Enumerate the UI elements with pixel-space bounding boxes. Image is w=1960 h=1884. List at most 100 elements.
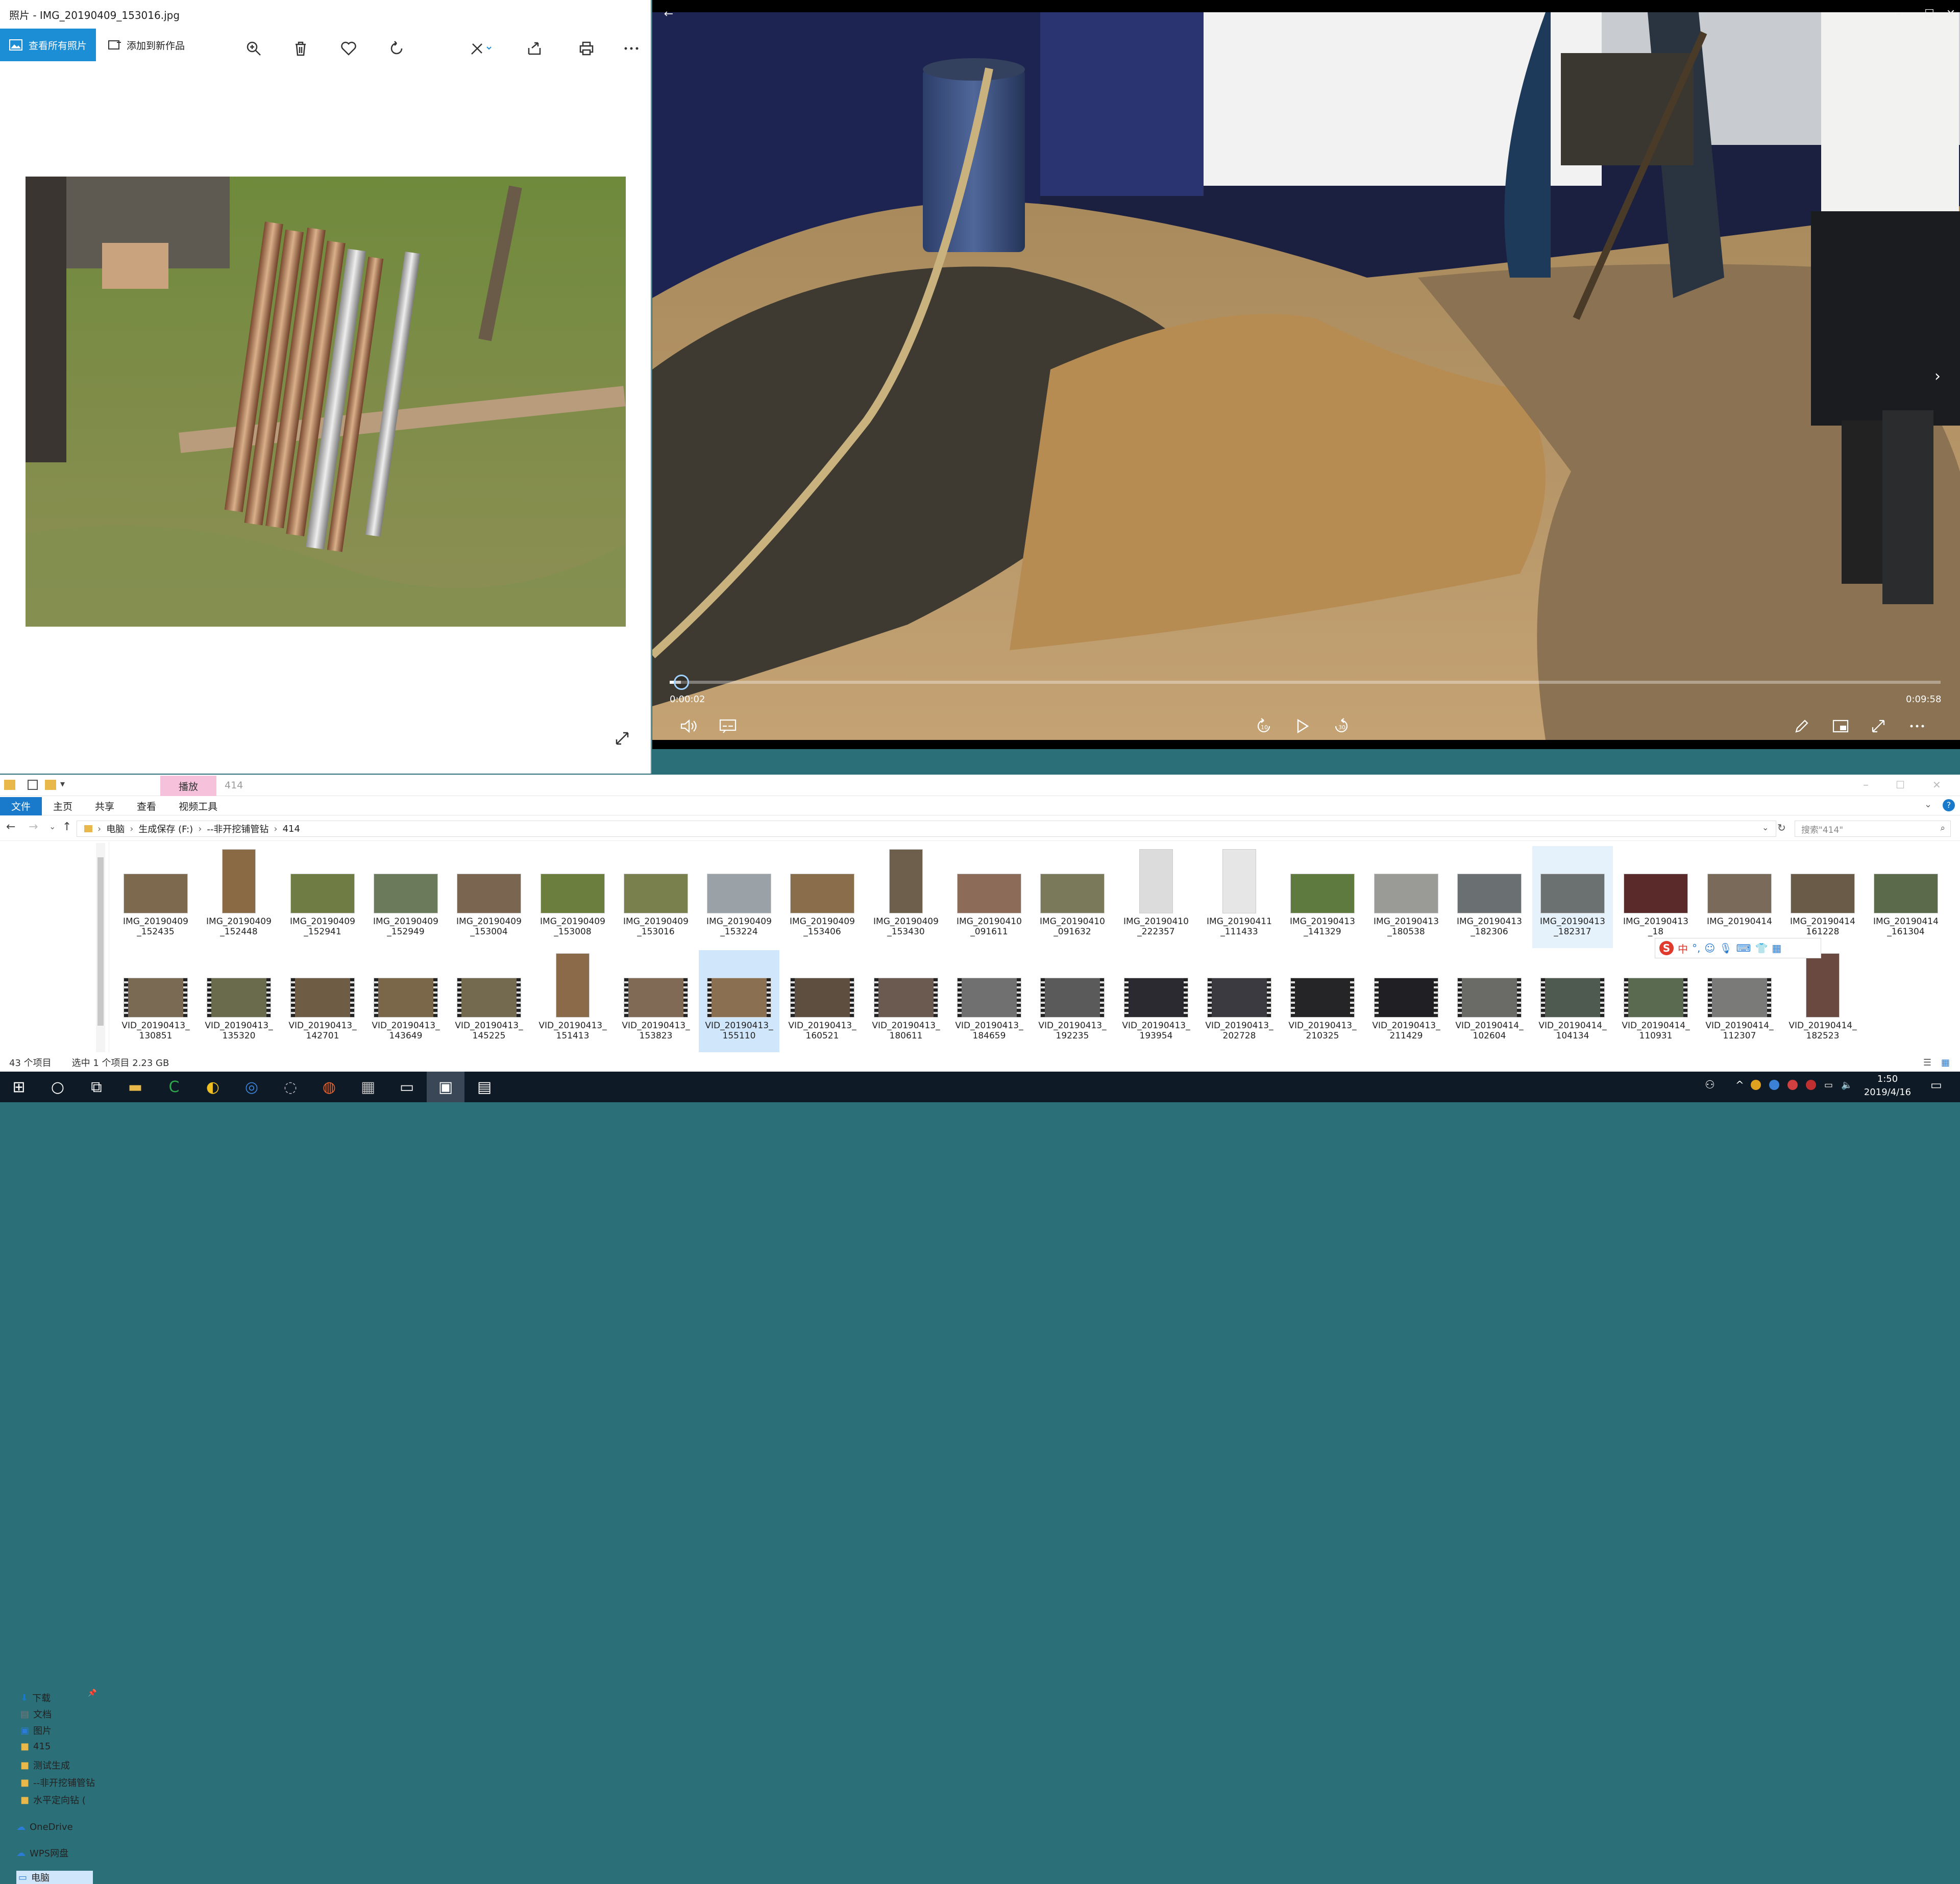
back-arrow-icon[interactable]: ← bbox=[658, 5, 679, 22]
nav-item-onedrive[interactable]: ☁ OneDrive bbox=[16, 1822, 73, 1832]
crumb-pc[interactable]: 电脑 bbox=[106, 822, 125, 835]
large-icons-view-icon[interactable]: ▦ bbox=[1941, 1057, 1950, 1068]
tab-view[interactable]: 查看 bbox=[126, 797, 167, 815]
tray-app-icon[interactable] bbox=[1806, 1080, 1816, 1090]
trash-icon[interactable] bbox=[288, 36, 313, 61]
video-file-tile[interactable]: VID_20190414_ 102604 bbox=[1449, 950, 1530, 1052]
punctuation-icon[interactable]: °, bbox=[1692, 942, 1700, 954]
image-file-tile[interactable]: IMG_20190409 _152435 bbox=[115, 846, 196, 948]
video-file-tile[interactable]: VID_20190413_ 210325 bbox=[1282, 950, 1363, 1052]
expand-icon[interactable] bbox=[610, 727, 634, 750]
explorer-close-icon[interactable]: ✕ bbox=[1932, 779, 1941, 791]
video-file-tile[interactable]: VID_20190414_ 104134 bbox=[1532, 950, 1613, 1052]
tray-app-icon[interactable] bbox=[1769, 1080, 1779, 1090]
print-icon[interactable] bbox=[574, 36, 599, 61]
crumb-folder[interactable]: --非开挖铺管钻 bbox=[207, 822, 268, 835]
video-file-tile[interactable]: VID_20190413_ 153823 bbox=[616, 950, 696, 1052]
video-file-tile[interactable]: VID_20190413_ 155110 bbox=[699, 950, 779, 1052]
video-file-tile[interactable]: VID_20190413_ 193954 bbox=[1116, 950, 1196, 1052]
more-icon[interactable] bbox=[619, 36, 644, 61]
image-file-tile[interactable]: IMG_20190409 _153430 bbox=[866, 846, 946, 948]
video-file-tile[interactable]: VID_20190413_ 145225 bbox=[449, 950, 529, 1052]
sogou-browser-icon[interactable]: ◐ bbox=[194, 1072, 232, 1102]
image-file-tile[interactable]: IMG_20190413 _182317 bbox=[1532, 846, 1613, 948]
image-file-tile[interactable]: IMG_20190414 bbox=[1699, 846, 1780, 948]
nav-scrollbar-thumb[interactable] bbox=[97, 857, 104, 1026]
tab-home[interactable]: 主页 bbox=[42, 797, 84, 815]
toolbox-icon[interactable]: ▦ bbox=[1772, 942, 1781, 954]
folder-icon[interactable] bbox=[4, 780, 15, 790]
volume-icon[interactable] bbox=[675, 713, 703, 739]
edit-icon[interactable] bbox=[463, 36, 499, 61]
video-file-tile[interactable]: VID_20190414_ 112307 bbox=[1699, 950, 1780, 1052]
new-folder-icon[interactable] bbox=[45, 780, 56, 790]
nav-item-hdd[interactable]: ■ 水平定向钻 ( bbox=[20, 1793, 86, 1806]
image-file-tile[interactable]: IMG_20190413 _180538 bbox=[1366, 846, 1447, 948]
forward-icon[interactable]: → bbox=[29, 821, 38, 833]
heart-icon[interactable] bbox=[336, 36, 361, 61]
nav-item-415[interactable]: ■ 415 bbox=[20, 1741, 51, 1752]
nav-item-wps[interactable]: ☁ WPS网盘 bbox=[16, 1846, 68, 1860]
file-explorer-icon[interactable]: ▬ bbox=[116, 1072, 154, 1102]
nav-item-documents[interactable]: ▤ 文档 bbox=[20, 1707, 52, 1721]
search-icon[interactable]: ○ bbox=[39, 1072, 77, 1102]
close-icon[interactable]: ✕ bbox=[1941, 5, 1960, 22]
image-file-tile[interactable]: IMG_20190409 _153008 bbox=[532, 846, 613, 948]
ime-mode[interactable]: 中 bbox=[1678, 941, 1688, 956]
video-file-tile[interactable]: VID_20190413_ 184659 bbox=[949, 950, 1030, 1052]
video-file-tile[interactable]: VID_20190413_ 135320 bbox=[199, 950, 279, 1052]
details-view-icon[interactable]: ☰ bbox=[1923, 1057, 1931, 1068]
image-file-tile[interactable]: IMG_20190413 _182306 bbox=[1449, 846, 1530, 948]
ribbon-expand-icon[interactable]: ⌄ bbox=[1924, 799, 1932, 810]
video-file-tile[interactable]: VID_20190413_ 202728 bbox=[1199, 950, 1280, 1052]
up-icon[interactable]: ↑ bbox=[62, 821, 71, 833]
subtitles-icon[interactable] bbox=[714, 713, 742, 739]
network-icon[interactable]: ▭ bbox=[1824, 1080, 1833, 1090]
seek-bar[interactable] bbox=[670, 681, 1941, 684]
minimize-icon[interactable]: – bbox=[1889, 5, 1909, 22]
video-file-tile[interactable]: VID_20190413_ 211429 bbox=[1366, 950, 1447, 1052]
properties-icon[interactable] bbox=[28, 780, 38, 790]
explorer-maximize-icon[interactable]: ☐ bbox=[1896, 779, 1905, 791]
thumb-app-icon[interactable]: ▦ bbox=[349, 1072, 387, 1102]
image-file-tile[interactable]: IMG_20190411 _111433 bbox=[1199, 846, 1280, 948]
add-to-creation-button[interactable]: 添加到新作品 bbox=[96, 29, 185, 61]
image-file-tile[interactable]: IMG_20190409 _153406 bbox=[782, 846, 863, 948]
video-file-tile[interactable]: VID_20190414_ 110931 bbox=[1615, 950, 1696, 1052]
volume-tray-icon[interactable]: 🔈 bbox=[1841, 1080, 1852, 1090]
explorer-minimize-icon[interactable]: – bbox=[1863, 779, 1869, 791]
video-file-tile[interactable]: VID_20190413_ 151413 bbox=[532, 950, 613, 1052]
image-file-tile[interactable]: IMG_20190409 _152448 bbox=[199, 846, 279, 948]
context-tab-play[interactable]: 播放 bbox=[160, 776, 216, 796]
recent-chevron-icon[interactable]: ⌄ bbox=[49, 822, 56, 831]
video-file-tile[interactable]: VID_20190413_ 160521 bbox=[782, 950, 863, 1052]
movies-icon[interactable]: ▤ bbox=[465, 1072, 503, 1102]
mini-view-icon[interactable] bbox=[1826, 713, 1855, 739]
image-file-tile[interactable]: IMG_20190409 _153016 bbox=[616, 846, 696, 948]
qq-browser-icon[interactable]: ◎ bbox=[233, 1072, 271, 1102]
view-all-photos-button[interactable]: 查看所有照片 bbox=[0, 29, 96, 61]
tab-share[interactable]: 共享 bbox=[84, 797, 126, 815]
help-icon[interactable]: ? bbox=[1943, 799, 1955, 811]
nav-item-test[interactable]: ■ 测试生成 bbox=[20, 1758, 70, 1772]
ime-toolbar[interactable]: S 中 °, ☺ 🎙 ⌨ 👕 ▦ bbox=[1655, 938, 1821, 958]
video-frame-drilling-site[interactable] bbox=[652, 12, 1960, 740]
search-input[interactable]: 搜索"414" ⌕ bbox=[1795, 821, 1951, 837]
image-file-tile[interactable]: IMG_20190409 _153224 bbox=[699, 846, 779, 948]
voice-icon[interactable]: 🎙 bbox=[1719, 942, 1732, 954]
share-icon[interactable] bbox=[522, 36, 547, 61]
player-more-icon[interactable] bbox=[1903, 713, 1931, 739]
tray-up-icon[interactable]: ^ bbox=[1735, 1079, 1744, 1091]
image-file-tile[interactable]: IMG_20190409 _152941 bbox=[282, 846, 363, 948]
pen-icon[interactable] bbox=[1787, 713, 1816, 739]
image-file-tile[interactable]: IMG_20190414 161228 bbox=[1782, 846, 1863, 948]
crumb-current[interactable]: 414 bbox=[283, 824, 300, 834]
maximize-icon[interactable]: ☐ bbox=[1919, 5, 1940, 22]
window-app-icon[interactable]: ▭ bbox=[388, 1072, 426, 1102]
image-file-tile[interactable]: IMG_20190410 _222357 bbox=[1116, 846, 1196, 948]
tray-app-icon[interactable] bbox=[1751, 1080, 1761, 1090]
video-file-tile[interactable]: VID_20190414_ 182523 bbox=[1782, 950, 1863, 1052]
zoom-in-icon[interactable] bbox=[241, 36, 266, 61]
task-view-icon[interactable]: ⧉ bbox=[78, 1072, 115, 1102]
fox-app-icon[interactable]: ◍ bbox=[310, 1072, 348, 1102]
